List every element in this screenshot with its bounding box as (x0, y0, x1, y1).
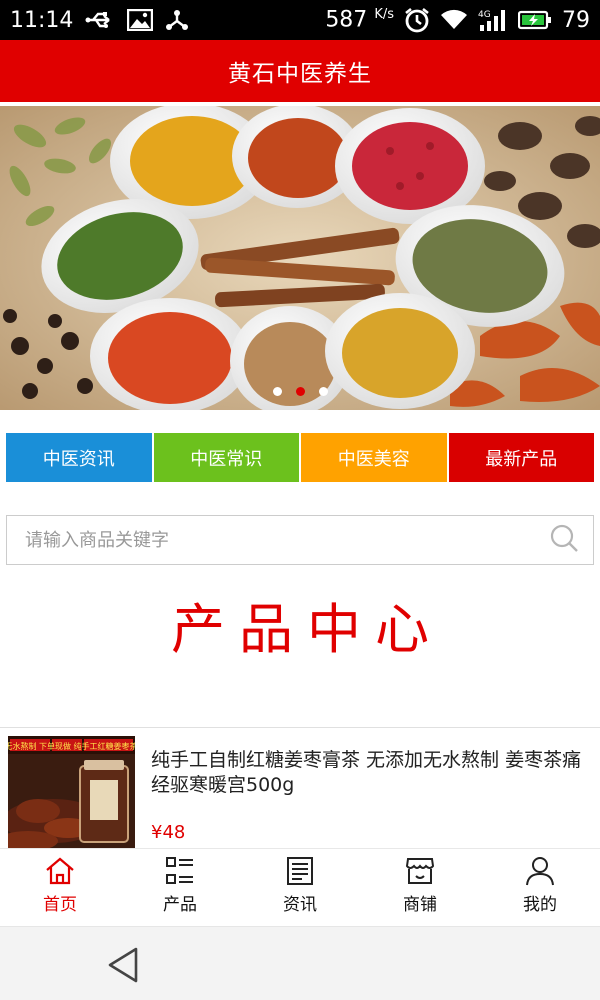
section-title: 产品中心 (171, 598, 443, 661)
product-image: 无水熬制 下单现做 纯手工红糖姜枣茶 (8, 736, 135, 850)
banner-carousel[interactable] (0, 106, 600, 410)
product-card[interactable]: 无水熬制 下单现做 纯手工红糖姜枣茶 纯手工自制红糖姜枣膏茶 无添加无水熬制 姜… (0, 727, 600, 850)
battery-icon (518, 10, 552, 30)
status-time: 11:14 (10, 7, 74, 33)
back-triangle-icon[interactable] (104, 945, 144, 989)
nav-label-news: 资讯 (283, 895, 317, 915)
usb-icon (85, 10, 115, 30)
system-nav-bar (0, 926, 600, 1000)
share-icon (165, 9, 189, 31)
signal-icon: 4G (478, 8, 508, 32)
nav-item-news[interactable]: 资讯 (240, 849, 360, 926)
svg-text:4G: 4G (478, 10, 491, 20)
nav-item-store[interactable]: 商铺 (360, 849, 480, 926)
list-icon (166, 857, 193, 884)
nav-item-products[interactable]: 产品 (120, 849, 240, 926)
user-icon (526, 857, 554, 886)
banner-dot[interactable] (318, 387, 328, 396)
search-bar (6, 515, 594, 565)
nav-item-me[interactable]: 我的 (480, 849, 600, 926)
app-header: 黄石中医养生 (0, 40, 600, 102)
banner-dot-active[interactable] (295, 387, 305, 396)
category-tcm-knowledge-button[interactable]: 中医常识 (153, 433, 299, 482)
nav-label-home: 首页 (43, 895, 77, 915)
alarm-icon (404, 7, 430, 33)
svg-text:无水熬制 下单现做 纯手工红糖姜枣茶: 无水熬制 下单现做 纯手工红糖姜枣茶 (8, 741, 135, 751)
banner-pagination (0, 387, 600, 396)
nav-label-store: 商铺 (403, 895, 437, 915)
wifi-icon (440, 9, 468, 31)
category-bar: 中医资讯 中医常识 中医美容 最新产品 (6, 433, 594, 482)
category-new-products-button[interactable]: 最新产品 (448, 433, 594, 482)
battery-level: 79 (562, 7, 590, 33)
search-icon[interactable] (549, 523, 579, 557)
product-title[interactable]: 纯手工自制红糖姜枣膏茶 无添加无水熬制 姜枣茶痛经驱寒暖宫500g (151, 748, 592, 798)
category-tcm-beauty-button[interactable]: 中医美容 (301, 433, 447, 482)
bottom-nav: 首页 产品 资讯 商铺 我的 (0, 848, 600, 926)
nav-label-products: 产品 (163, 895, 197, 915)
category-tcm-news-button[interactable]: 中医资讯 (6, 433, 152, 482)
banner-image (0, 106, 600, 410)
nav-item-home[interactable]: 首页 (0, 849, 120, 926)
nav-label-me: 我的 (523, 895, 557, 915)
store-icon (405, 858, 435, 884)
app-title: 黄石中医养生 (228, 61, 372, 87)
home-icon (46, 857, 74, 885)
image-icon (127, 9, 154, 31)
banner-dot[interactable] (272, 387, 282, 396)
search-input[interactable] (25, 529, 549, 551)
status-bar: 11:14 587 K/s 4G 79 (0, 0, 600, 40)
news-icon (287, 857, 313, 885)
product-price: ¥48 (151, 822, 186, 843)
network-speed: 587 K/s (325, 7, 394, 33)
